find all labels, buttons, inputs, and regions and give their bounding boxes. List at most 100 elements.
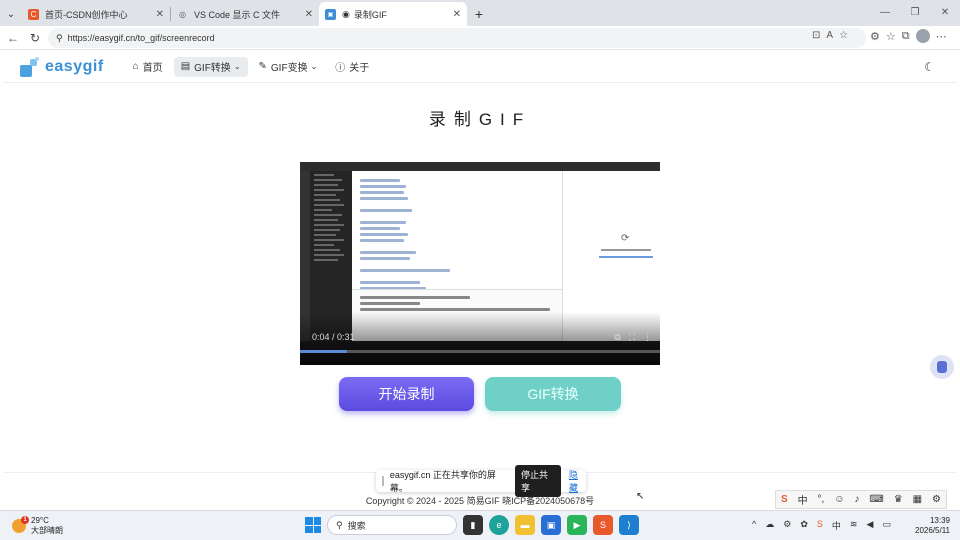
floating-extension-icon[interactable] [930,355,954,379]
battery-icon[interactable]: ▭ [882,519,891,532]
wand-icon: ✎ [258,61,267,72]
taskbar-apps: ⚲ 搜索 ▮ e ▬ ▣ ▶ S ⟩ [305,515,639,535]
minimize-icon[interactable]: — [870,0,900,24]
weather-sun-icon: 1 [12,516,29,533]
tray-app-icon[interactable]: ✿ [800,519,808,532]
hide-share-bar-link[interactable]: 隐藏 [569,468,586,494]
tab-list-chevron-icon[interactable]: ⌄ [0,2,22,26]
tray-expand-icon[interactable]: ^ [752,519,756,532]
app-available-icon[interactable]: ⊡ [812,30,820,41]
video-progress-bar[interactable] [300,350,660,353]
read-aloud-icon[interactable]: A [826,30,833,41]
tab-vscode[interactable]: ◎ VS Code 显示 C 文件 ✕ [171,2,319,26]
gif-convert-button[interactable]: GIF转换 [485,377,621,411]
url-action-icons: ⊡ A ☆ [812,30,848,41]
info-icon: ⓘ [335,63,346,74]
more-menu-icon[interactable]: ⋯ [936,30,947,43]
weather-widget[interactable]: 1 29°C 大部晴朗 [12,516,63,536]
chevron-down-icon: ⌄ [310,62,318,71]
new-tab-plus-icon[interactable]: + [467,2,491,26]
more-vert-icon[interactable]: ⋮ [643,332,652,343]
toolbar-right: ⚙ ☆ ⧉ ⋯ [870,29,947,43]
taskbar-search[interactable]: ⚲ 搜索 [327,515,457,535]
store-icon[interactable]: ▣ [541,515,561,535]
close-icon[interactable]: ✕ [305,9,313,20]
close-icon[interactable]: ✕ [453,9,461,20]
recording-preview-video[interactable]: ⟳ 0:04 / 0:31 ⧉ ⛶ ⋮ [300,162,660,365]
volume-icon[interactable]: ◀ [866,519,873,532]
settings-icon[interactable]: ⚙ [932,494,941,505]
globe-favicon-icon: ◎ [179,9,186,19]
screen-share-bar: easygif.cn 正在共享你的屏幕。 停止共享 隐藏 [376,465,586,497]
edge-browser-icon[interactable]: e [489,515,509,535]
system-clock[interactable]: 13:39 2026/5/11 [908,516,950,536]
share-status-text: easygif.cn 正在共享你的屏幕。 [389,470,496,493]
profile-avatar[interactable] [915,29,930,43]
windows-start-icon[interactable] [305,517,321,533]
toolbox-icon[interactable]: ▦ [913,494,922,505]
drag-handle-icon[interactable] [382,476,384,486]
site-info-icon[interactable]: ⚲ [56,33,63,44]
video-time: 0:04 / 0:31 [312,332,355,342]
close-window-icon[interactable]: ✕ [930,0,960,24]
task-view-icon[interactable]: ▮ [463,515,483,535]
nav-label: 关于 [349,63,370,74]
favorite-star-icon[interactable]: ☆ [839,30,848,41]
page-title: 录制GIF [428,110,532,129]
tray-app-icon[interactable]: ⚙ [783,519,791,532]
ime-indicator[interactable]: 中 [832,519,841,532]
url-bar[interactable]: ⚲ https://easygif.cn/to_gif/screenrecord [48,28,866,48]
search-icon: ⚲ [336,519,343,530]
pip-icon[interactable]: ⧉ [614,332,620,343]
vscode-titlebar [300,162,660,171]
tray-sogou-icon[interactable]: S [817,519,823,532]
stop-sharing-button[interactable]: 停止共享 [514,465,561,497]
wifi-icon[interactable]: ≋ [850,519,858,532]
extensions-icon[interactable]: ⚙ [870,30,880,43]
ime-mode[interactable]: 中 [798,492,808,507]
nav-about[interactable]: ⓘ 关于 [328,57,376,77]
nav-gif-transform[interactable]: ✎ GIF变换 ⌄ [252,57,325,77]
clock-time: 13:39 [929,516,950,525]
nav-gif-convert[interactable]: ▤ GIF转换 ⌄ [173,56,248,77]
back-arrow-icon[interactable]: ← [2,27,24,49]
mic-icon[interactable]: ♪ [854,494,859,505]
punctuation-icon[interactable]: °, [818,494,825,505]
split-screen-icon[interactable]: ⧉ [902,30,910,43]
weather-desc: 大部晴朗 [31,526,63,535]
recording-indicator-icon: ◉ [342,8,350,19]
collections-icon[interactable]: ☆ [886,30,896,43]
file-explorer-icon[interactable]: ▬ [515,515,535,535]
window-controls: — ❐ ✕ [870,0,960,24]
nav-label: GIF转换 [194,63,231,74]
vscode-app-icon[interactable]: ⟩ [619,515,639,535]
start-recording-button[interactable]: 开始录制 [339,377,474,411]
sogou-app-icon[interactable]: S [593,515,613,535]
tab-title: 录制GIF [353,9,387,20]
sogou-logo-icon[interactable]: S [781,494,788,505]
mouse-cursor-icon: ↖ [636,491,645,502]
csdn-favicon-icon: C [28,8,39,20]
search-label: 搜索 [347,520,366,531]
easygif-favicon-icon: ▣ [325,8,336,20]
dark-mode-moon-icon[interactable]: ☾ [924,60,935,74]
app-green-icon[interactable]: ▶ [567,515,587,535]
site-logo[interactable]: easygif [20,56,104,77]
tab-csdn[interactable]: C 首页-CSDN创作中心 ✕ [22,2,170,26]
emoji-icon[interactable]: ☺ [834,494,844,505]
reload-icon[interactable]: ↻ [24,27,46,49]
skin-icon[interactable]: ♛ [894,494,903,505]
close-icon[interactable]: ✕ [156,9,164,20]
maximize-icon[interactable]: ❐ [900,0,930,24]
tray-app-icon[interactable]: ☁ [765,519,774,532]
url-text: https://easygif.cn/to_gif/screenrecord [67,33,215,43]
keyboard-icon[interactable]: ⌨ [869,494,883,505]
tab-title: VS Code 显示 C 文件 [194,9,281,20]
nav-home[interactable]: ⌂ 首页 [126,57,170,77]
tab-record-gif[interactable]: ▣ ◉ 录制GIF ✕ [319,2,467,26]
ime-toolbar: S 中 °, ☺ ♪ ⌨ ♛ ▦ ⚙ [775,490,947,509]
logo-text: easygif [45,57,104,75]
home-icon: ⌂ [132,61,139,72]
fullscreen-icon[interactable]: ⛶ [629,332,635,343]
nav-label: 首页 [142,63,163,74]
